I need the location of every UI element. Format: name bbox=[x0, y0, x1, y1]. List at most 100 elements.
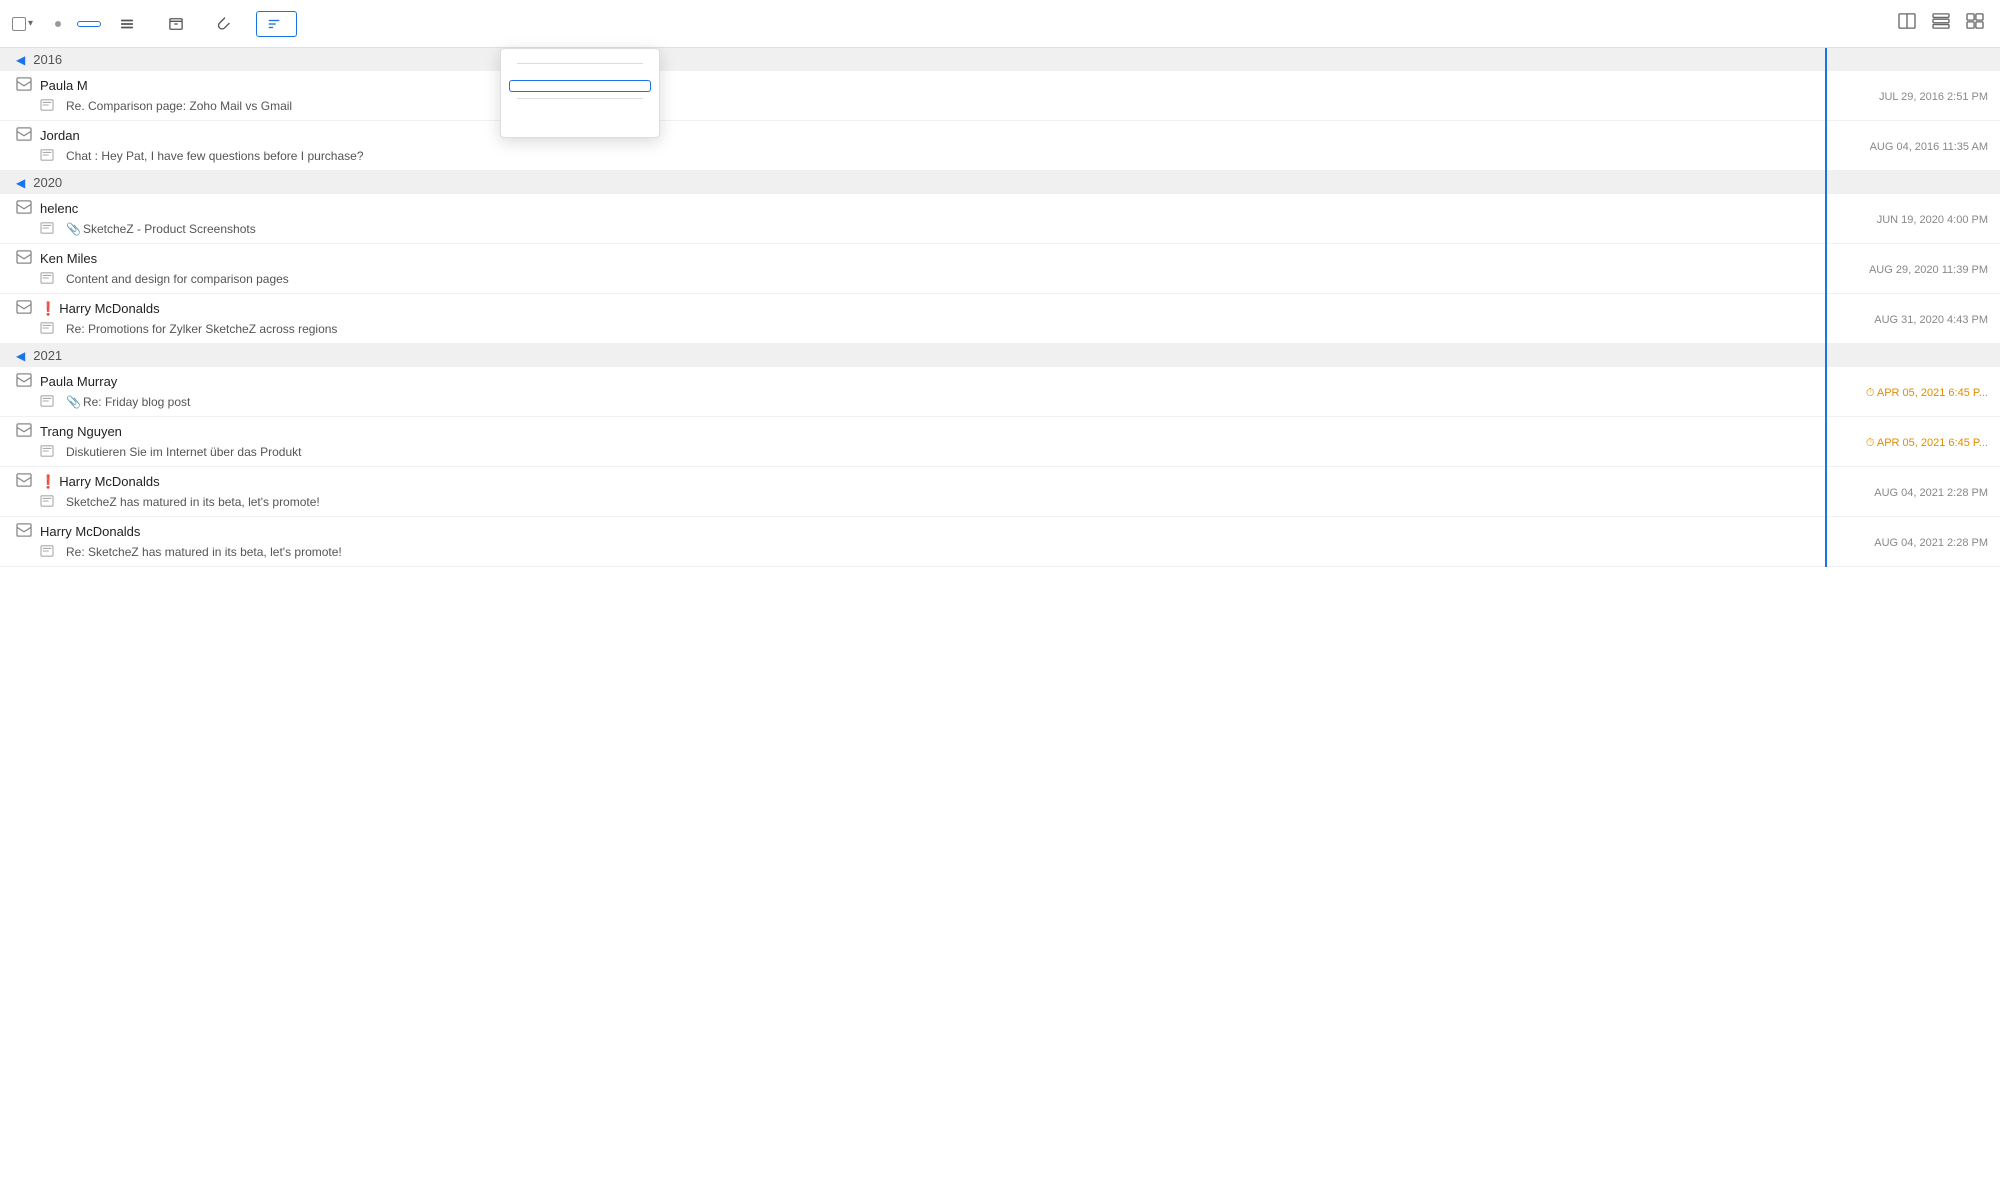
inbox-icon bbox=[16, 523, 32, 540]
email-row[interactable]: Paula M Re. Comparison page: Zoho Mail vs… bbox=[0, 71, 2000, 121]
select-all-checkbox[interactable]: ▾ bbox=[12, 17, 33, 31]
subject-text: Re. Comparison page: Zoho Mail vs Gmail bbox=[66, 99, 292, 113]
subject-text: Content and design for comparison pages bbox=[66, 272, 289, 286]
date-cell: AUG 31, 2020 4:43 PM bbox=[1825, 294, 2000, 343]
thread-icon bbox=[40, 271, 54, 287]
date-text: AUG 29, 2020 11:39 PM bbox=[1869, 261, 1988, 276]
inbox-icon bbox=[16, 77, 32, 94]
toolbar-right bbox=[1894, 9, 1988, 38]
inbox-icon bbox=[16, 127, 32, 144]
inbox-icon bbox=[16, 373, 32, 390]
email-row[interactable]: Trang Nguyen Diskutieren Sie im Internet … bbox=[0, 417, 2000, 467]
inbox-icon bbox=[16, 250, 32, 267]
grid-view-icon bbox=[1966, 13, 1984, 29]
title-dot bbox=[55, 21, 61, 27]
sender-row: Ken Miles bbox=[0, 244, 1820, 269]
subject-text: SketcheZ has matured in its beta, let's … bbox=[66, 495, 320, 509]
email-row[interactable]: Ken Miles Content and design for comparis… bbox=[0, 244, 2000, 294]
thread-icon bbox=[40, 394, 54, 410]
grid-view-button[interactable] bbox=[1962, 9, 1988, 38]
sender-name: Jordan bbox=[40, 128, 80, 143]
date-text: AUG 31, 2020 4:43 PM bbox=[1874, 311, 1988, 326]
smallest-first-option[interactable] bbox=[501, 115, 659, 129]
subject-row: SketcheZ has matured in its beta, let's … bbox=[0, 492, 1820, 516]
date-cell: JUN 19, 2020 4:00 PM bbox=[1825, 194, 2000, 243]
sender-name: Paula M bbox=[40, 78, 88, 93]
list-view-button[interactable] bbox=[1928, 9, 1954, 38]
latest-first-option[interactable] bbox=[501, 66, 659, 80]
sender-name: Ken Miles bbox=[40, 251, 97, 266]
subject-row: Diskutieren Sie im Internet über das Pro… bbox=[0, 442, 1820, 466]
date-text: ⏱ APR 05, 2021 6:45 P... bbox=[1866, 384, 1988, 400]
reading-pane-icon bbox=[1898, 13, 1916, 29]
sender-name: Harry McDonalds bbox=[40, 524, 140, 539]
subject-row: Re. Comparison page: Zoho Mail vs Gmail bbox=[0, 96, 1820, 120]
view-archived-button[interactable] bbox=[158, 11, 199, 37]
year-arrow: ◀ bbox=[16, 176, 25, 190]
subject-text: Re: Promotions for Zylker SketcheZ acros… bbox=[66, 322, 337, 336]
inbox-icon bbox=[16, 200, 32, 217]
oldest-first-option[interactable] bbox=[509, 80, 651, 92]
subject-text: 📎SketcheZ - Product Screenshots bbox=[66, 222, 256, 236]
date-cell: AUG 29, 2020 11:39 PM bbox=[1825, 244, 2000, 293]
subject-row: 📎Re: Friday blog post bbox=[0, 392, 1820, 416]
largest-first-option[interactable] bbox=[501, 101, 659, 115]
email-row[interactable]: Harry McDonaldsRe: SketcheZ has matured … bbox=[0, 517, 2000, 567]
sender-row: Harry McDonalds bbox=[0, 517, 1820, 542]
date-cell: ⏱ APR 05, 2021 6:45 P... bbox=[1825, 367, 2000, 416]
subject-text: Diskutieren Sie im Internet über das Pro… bbox=[66, 445, 301, 459]
sender-row: helenc bbox=[0, 194, 1820, 219]
sender-row: ❗Harry McDonalds bbox=[0, 467, 1820, 492]
thread-icon bbox=[40, 148, 54, 164]
subject-text: 📎Re: Friday blog post bbox=[66, 395, 190, 409]
thread-icon bbox=[40, 221, 54, 237]
email-row[interactable]: ❗Harry McDonaldsRe: Promotions for Zylke… bbox=[0, 294, 2000, 344]
list-view-icon bbox=[1932, 13, 1950, 29]
date-text: AUG 04, 2021 2:28 PM bbox=[1874, 534, 1988, 549]
year-header-2016: ◀ 2016 bbox=[0, 48, 2000, 71]
archive-icon bbox=[169, 17, 183, 31]
date-cell: AUG 04, 2016 11:35 AM bbox=[1825, 121, 2000, 170]
reading-pane-button[interactable] bbox=[1894, 9, 1920, 38]
filter-chip[interactable] bbox=[77, 21, 101, 27]
year-arrow: ◀ bbox=[16, 349, 25, 363]
sort-icon bbox=[267, 17, 281, 31]
date-text: ⏱ APR 05, 2021 6:45 P... bbox=[1866, 434, 1988, 450]
topbar: ▾ bbox=[0, 0, 2000, 48]
email-row[interactable]: helenc 📎SketcheZ - Product Screenshots JUN… bbox=[0, 194, 2000, 244]
date-cell: AUG 04, 2021 2:28 PM bbox=[1825, 467, 2000, 516]
date-cell: JUL 29, 2016 2:51 PM bbox=[1825, 71, 2000, 120]
inbox-icon bbox=[16, 300, 32, 317]
thread-icon bbox=[40, 98, 54, 114]
sender-name: Paula Murray bbox=[40, 374, 117, 389]
email-row[interactable]: Paula Murray 📎Re: Friday blog post ⏱ APR 0… bbox=[0, 367, 2000, 417]
date-text: AUG 04, 2016 11:35 AM bbox=[1870, 138, 1988, 153]
subject-row: Content and design for comparison pages bbox=[0, 269, 1820, 293]
views-icon bbox=[120, 17, 134, 31]
sender-name: ❗Harry McDonalds bbox=[40, 474, 160, 490]
date-text: JUL 29, 2016 2:51 PM bbox=[1879, 88, 1988, 103]
sender-name: helenc bbox=[40, 201, 78, 216]
year-label: 2020 bbox=[33, 175, 62, 190]
more-options-button[interactable] bbox=[305, 20, 313, 28]
year-label: 2021 bbox=[33, 348, 62, 363]
subject-row: Chat : Hey Pat, I have few questions bef… bbox=[0, 146, 1820, 170]
subject-row: Re: Promotions for Zylker SketcheZ acros… bbox=[0, 319, 1820, 343]
date-text: AUG 04, 2021 2:28 PM bbox=[1874, 484, 1988, 499]
year-label: 2016 bbox=[33, 52, 62, 67]
year-header-2021: ◀ 2021 bbox=[0, 344, 2000, 367]
email-list: ◀ 2016 Paula M Re. Comparison page: Zoho … bbox=[0, 48, 2000, 567]
date-section-label bbox=[501, 57, 659, 66]
views-button[interactable] bbox=[109, 11, 150, 37]
attachment-options-button[interactable] bbox=[207, 11, 248, 37]
year-arrow: ◀ bbox=[16, 53, 25, 67]
date-cell: ⏱ APR 05, 2021 6:45 P... bbox=[1825, 417, 2000, 466]
email-row[interactable]: Jordan Chat : Hey Pat, I have few questio… bbox=[0, 121, 2000, 171]
sort-by-button[interactable] bbox=[256, 11, 297, 37]
sender-name: Trang Nguyen bbox=[40, 424, 122, 439]
sort-dropdown bbox=[500, 48, 660, 138]
subject-row: 📎SketcheZ - Product Screenshots bbox=[0, 219, 1820, 243]
date-text: JUN 19, 2020 4:00 PM bbox=[1877, 211, 1988, 226]
email-row[interactable]: ❗Harry McDonalds SketcheZ has matured in … bbox=[0, 467, 2000, 517]
thread-icon bbox=[40, 321, 54, 337]
